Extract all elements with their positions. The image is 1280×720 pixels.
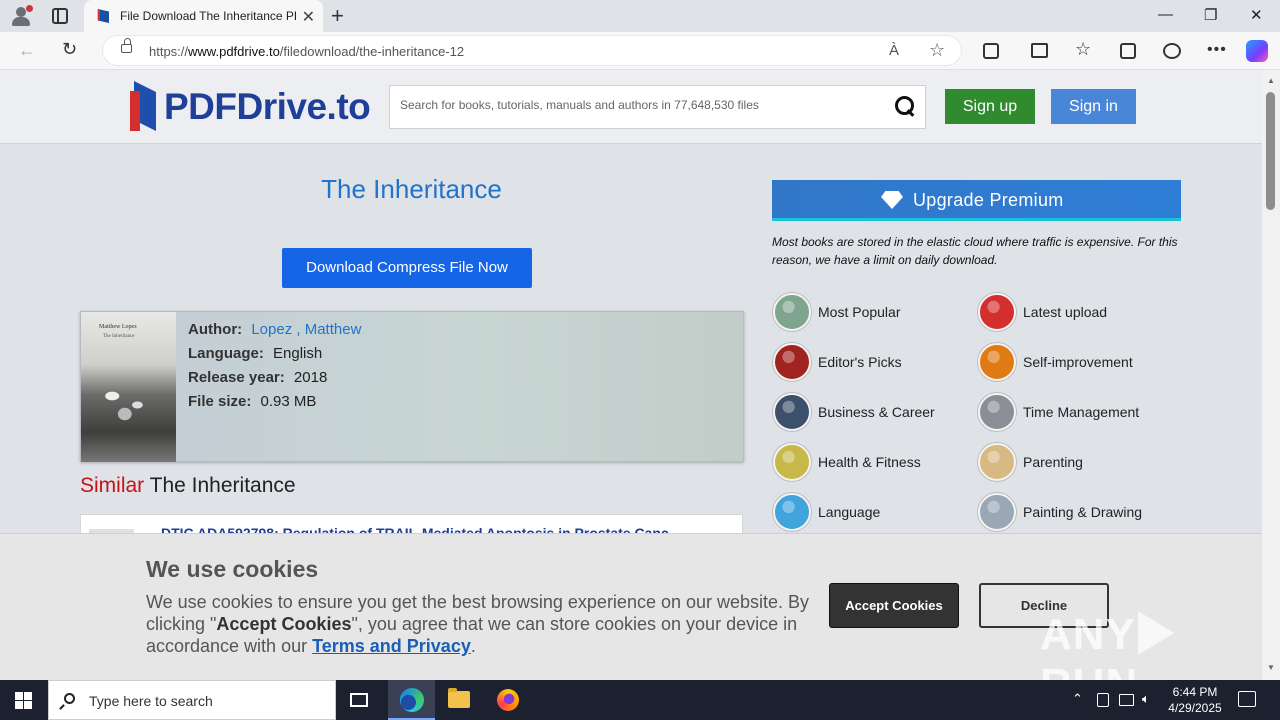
browser-essentials-icon[interactable] (1163, 43, 1181, 59)
category-icon (773, 293, 811, 331)
category-label: Health & Fitness (818, 454, 921, 470)
book-cover[interactable]: Matthew Lopez The Inheritance (81, 312, 176, 462)
category-label: Most Popular (818, 304, 901, 320)
category-label: Language (818, 504, 881, 520)
minimize-button[interactable]: — (1158, 6, 1173, 23)
tray-device-icon[interactable] (1097, 693, 1109, 707)
site-header: PDFDrive.to Sign up Sign in (0, 70, 1262, 144)
anyrun-watermark: ANYRUN (1040, 610, 1262, 680)
notification-icon[interactable] (1238, 691, 1256, 707)
url-text[interactable]: https://www.pdfdrive.to/filedownload/the… (149, 44, 464, 59)
profile-avatar-icon[interactable] (10, 5, 33, 27)
scroll-thumb[interactable] (1266, 92, 1275, 210)
taskbar-search-placeholder: Type here to search (89, 693, 213, 709)
category-label: Parenting (1023, 454, 1083, 470)
extensions-icon[interactable] (983, 43, 999, 59)
terms-privacy-link[interactable]: Terms and Privacy (312, 636, 471, 656)
play-icon (1137, 611, 1174, 655)
book-info-card: Matthew Lopez The Inheritance Author: Lo… (80, 311, 744, 462)
page-scrollbar[interactable]: ▲ ▼ (1262, 70, 1280, 680)
task-view-icon[interactable] (350, 693, 368, 707)
reload-button[interactable]: ↻ (62, 39, 77, 60)
tab-title: File Download The Inheritance PDF (120, 9, 296, 23)
premium-note: Most books are stored in the elastic clo… (772, 235, 1178, 267)
volume-icon[interactable]: 🔈︎ (1142, 691, 1150, 707)
site-search (389, 85, 926, 129)
file-size-row: File size: 0.93 MB (188, 393, 317, 410)
tab-actions-icon[interactable] (52, 8, 68, 24)
scroll-up-icon[interactable]: ▲ (1267, 76, 1275, 85)
browser-titlebar: File Download The Inheritance PDF ✕ + — … (0, 0, 1280, 32)
diamond-icon (881, 191, 903, 209)
category-icon (978, 393, 1016, 431)
author-row: Author: Lopez , Matthew (188, 321, 362, 338)
tray-chevron-icon[interactable]: ⌃ (1072, 691, 1083, 707)
browser-tab[interactable]: File Download The Inheritance PDF ✕ (84, 0, 323, 32)
book-title: The Inheritance (321, 174, 502, 204)
favorites-icon[interactable]: ☆ (1075, 39, 1091, 60)
similar-heading: Similar The Inheritance (80, 474, 296, 497)
author-link[interactable]: Lopez (251, 321, 292, 338)
cover-photo (87, 372, 171, 432)
category-label: Business & Career (818, 404, 935, 420)
accept-cookies-button[interactable]: Accept Cookies (829, 583, 959, 628)
language-row: Language: English (188, 345, 323, 362)
category-label: Editor's Picks (818, 354, 902, 370)
edge-taskbar-button[interactable] (388, 680, 435, 720)
category-icon (773, 493, 811, 531)
category-icon (978, 443, 1016, 481)
category-label: Self-improvement (1023, 354, 1133, 370)
network-icon[interactable] (1119, 694, 1134, 706)
settings-more-icon[interactable]: ••• (1207, 41, 1227, 59)
collections-icon[interactable] (1120, 43, 1136, 59)
favorite-star-icon[interactable]: ☆ (929, 40, 945, 61)
pdfdrive-logo-icon[interactable] (130, 81, 156, 131)
windows-start-icon[interactable] (15, 692, 32, 709)
search-icon (64, 693, 75, 704)
category-icon (773, 343, 811, 381)
category-label: Latest upload (1023, 304, 1108, 320)
back-button[interactable]: ← (18, 40, 36, 61)
pdfdrive-favicon-icon (97, 9, 109, 23)
tab-close-icon[interactable]: ✕ (302, 7, 315, 27)
category-label: Painting & Drawing (1023, 504, 1143, 520)
window-close-button[interactable]: ✕ (1250, 6, 1263, 24)
firefox-icon[interactable] (497, 689, 519, 711)
split-screen-icon[interactable] (1031, 43, 1048, 58)
cookie-heading: We use cookies (146, 556, 319, 582)
address-bar[interactable]: https://www.pdfdrive.to/filedownload/the… (102, 35, 962, 66)
scroll-down-icon[interactable]: ▼ (1267, 663, 1275, 672)
category-icon (773, 443, 811, 481)
search-icon[interactable] (895, 96, 915, 116)
maximize-button[interactable]: ❐ (1204, 6, 1217, 24)
sign-in-button[interactable]: Sign in (1051, 89, 1136, 124)
search-input[interactable] (400, 98, 880, 112)
copilot-icon[interactable] (1246, 40, 1268, 62)
category-icon (978, 293, 1016, 331)
category-icon (978, 343, 1016, 381)
upgrade-premium-button[interactable]: Upgrade Premium (772, 180, 1181, 221)
category-label: Time Management (1023, 404, 1140, 420)
edge-icon (400, 688, 424, 712)
read-aloud-icon[interactable]: À (889, 42, 899, 59)
cookie-text: We use cookies to ensure you get the bes… (146, 592, 810, 656)
taskbar-clock[interactable]: 6:44 PM 4/29/2025 (1160, 684, 1230, 716)
release-year-row: Release year: 2018 (188, 369, 328, 386)
site-logo[interactable]: PDFDrive.to (164, 86, 371, 128)
download-compress-button[interactable]: Download Compress File Now (282, 248, 532, 288)
taskbar-search[interactable]: Type here to search (48, 680, 336, 720)
windows-taskbar: Type here to search ⌃ 🔈︎ 6:44 PM 4/29/20… (0, 680, 1280, 720)
sign-up-button[interactable]: Sign up (945, 89, 1035, 124)
lock-icon[interactable] (121, 38, 132, 53)
category-icon (978, 493, 1016, 531)
new-tab-button[interactable]: + (331, 3, 344, 29)
cookie-banner: We use cookies We use cookies to ensure … (0, 533, 1262, 680)
file-explorer-icon[interactable] (448, 688, 470, 708)
category-icon (773, 393, 811, 431)
author-link[interactable]: , Matthew (296, 321, 361, 338)
page-viewport: PDFDrive.to Sign up Sign in The Inherita… (0, 70, 1262, 680)
